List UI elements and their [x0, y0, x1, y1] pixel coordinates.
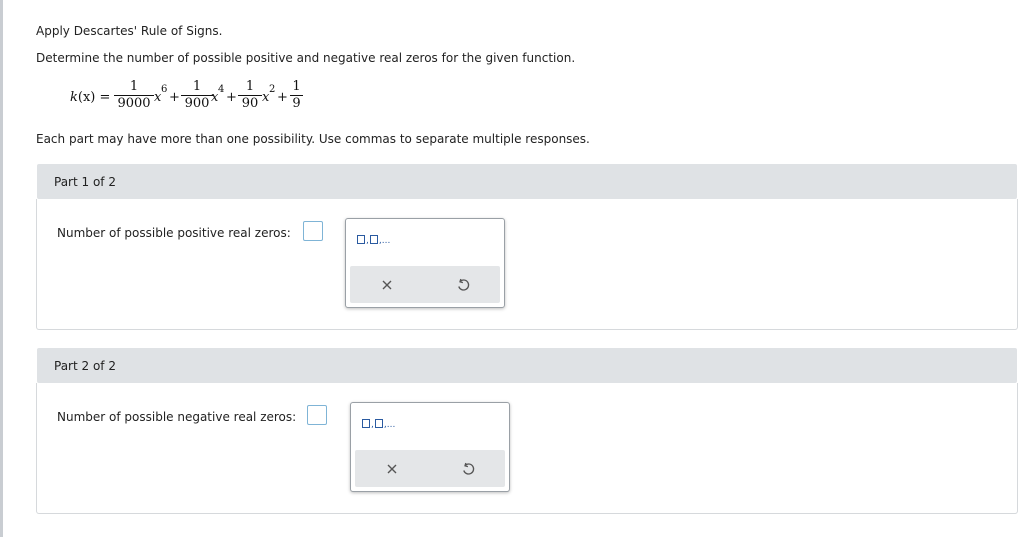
negative-zeros-input[interactable]: [307, 405, 327, 425]
instruction-prompt: Determine the number of possible positiv…: [36, 51, 576, 65]
term-4-fraction: 19: [290, 80, 303, 111]
term-2-exponent: 4: [218, 84, 225, 95]
plus-sign: +: [169, 90, 180, 105]
answer-palette-2: ,,...: [350, 402, 510, 492]
part-1-title: Part 1 of 2: [54, 175, 116, 189]
undo-icon[interactable]: [455, 456, 481, 482]
multiple-answers-template-button[interactable]: ,,...: [356, 235, 390, 246]
instruction-title: Apply Descartes' Rule of Signs.: [36, 24, 223, 38]
plus-sign: +: [226, 90, 237, 105]
x-icon[interactable]: [379, 456, 405, 482]
part-2-body: Number of possible negative real zeros: …: [36, 383, 1018, 514]
equation-lhs: k(x) =: [70, 90, 111, 105]
term-3-exponent: 2: [269, 84, 276, 95]
term-2-fraction: 1 900: [181, 80, 213, 111]
term-1-exponent: 6: [161, 84, 168, 95]
plus-sign: +: [277, 90, 288, 105]
page-left-border: [0, 0, 3, 537]
palette-button-bar: [355, 450, 505, 487]
multiple-answers-template-button[interactable]: ,,...: [361, 419, 395, 430]
undo-icon[interactable]: [450, 272, 476, 298]
term-1-fraction: 1 9000: [114, 80, 154, 111]
positive-zeros-input[interactable]: [303, 221, 323, 241]
x-icon[interactable]: [374, 272, 400, 298]
instruction-note: Each part may have more than one possibi…: [36, 132, 590, 146]
term-3-fraction: 1 90: [238, 80, 262, 111]
negative-zeros-label: Number of possible negative real zeros:: [57, 410, 297, 424]
palette-button-bar: [350, 266, 500, 303]
part-1-header: Part 1 of 2: [37, 164, 1017, 199]
part-2-title: Part 2 of 2: [54, 359, 116, 373]
answer-palette-1: ,,...: [345, 218, 505, 308]
part-2-header: Part 2 of 2: [37, 348, 1017, 383]
positive-zeros-label: Number of possible positive real zeros:: [57, 226, 291, 240]
part-1-body: Number of possible positive real zeros: …: [36, 199, 1018, 330]
